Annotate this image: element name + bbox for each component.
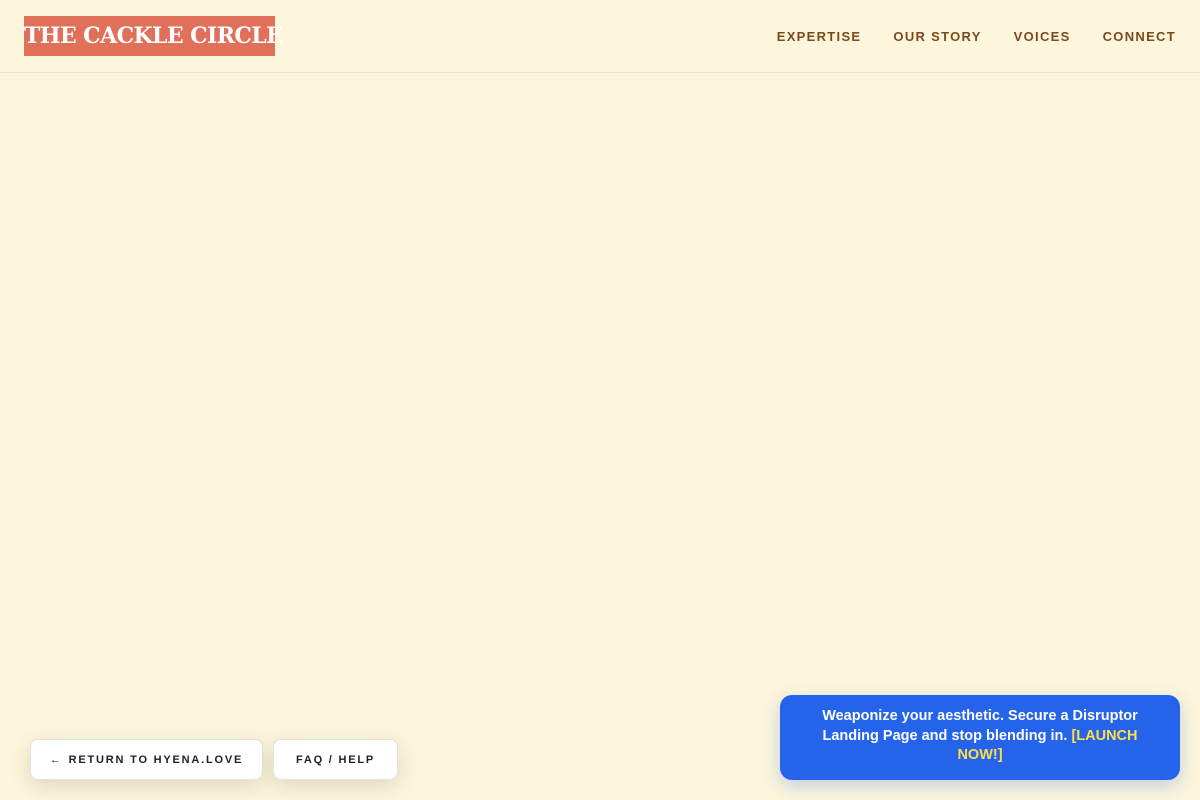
faq-help-button[interactable]: FAQ / HELP (273, 739, 398, 780)
return-to-hyena-love-button[interactable]: ← RETURN TO HYENA.LOVE (30, 739, 263, 780)
brand-logo[interactable]: THE CACKLE CIRCLE (24, 16, 283, 56)
nav-link-voices[interactable]: VOICES (1014, 29, 1071, 44)
faq-button-label: FAQ / HELP (295, 753, 376, 766)
main-nav: EXPERTISE OUR STORY VOICES CONNECT (777, 26, 1176, 46)
arrow-left-icon: ← (49, 753, 63, 766)
return-button-label: RETURN TO HYENA.LOVE (68, 753, 244, 766)
nav-link-our-story[interactable]: OUR STORY (893, 29, 981, 44)
site-header: THE CACKLE CIRCLE EXPERTISE OUR STORY VO… (0, 0, 1200, 73)
nav-link-expertise[interactable]: EXPERTISE (777, 29, 862, 44)
nav-link-connect[interactable]: CONNECT (1103, 29, 1176, 44)
promo-banner: Weaponize your aesthetic. Secure a Disru… (780, 695, 1180, 780)
